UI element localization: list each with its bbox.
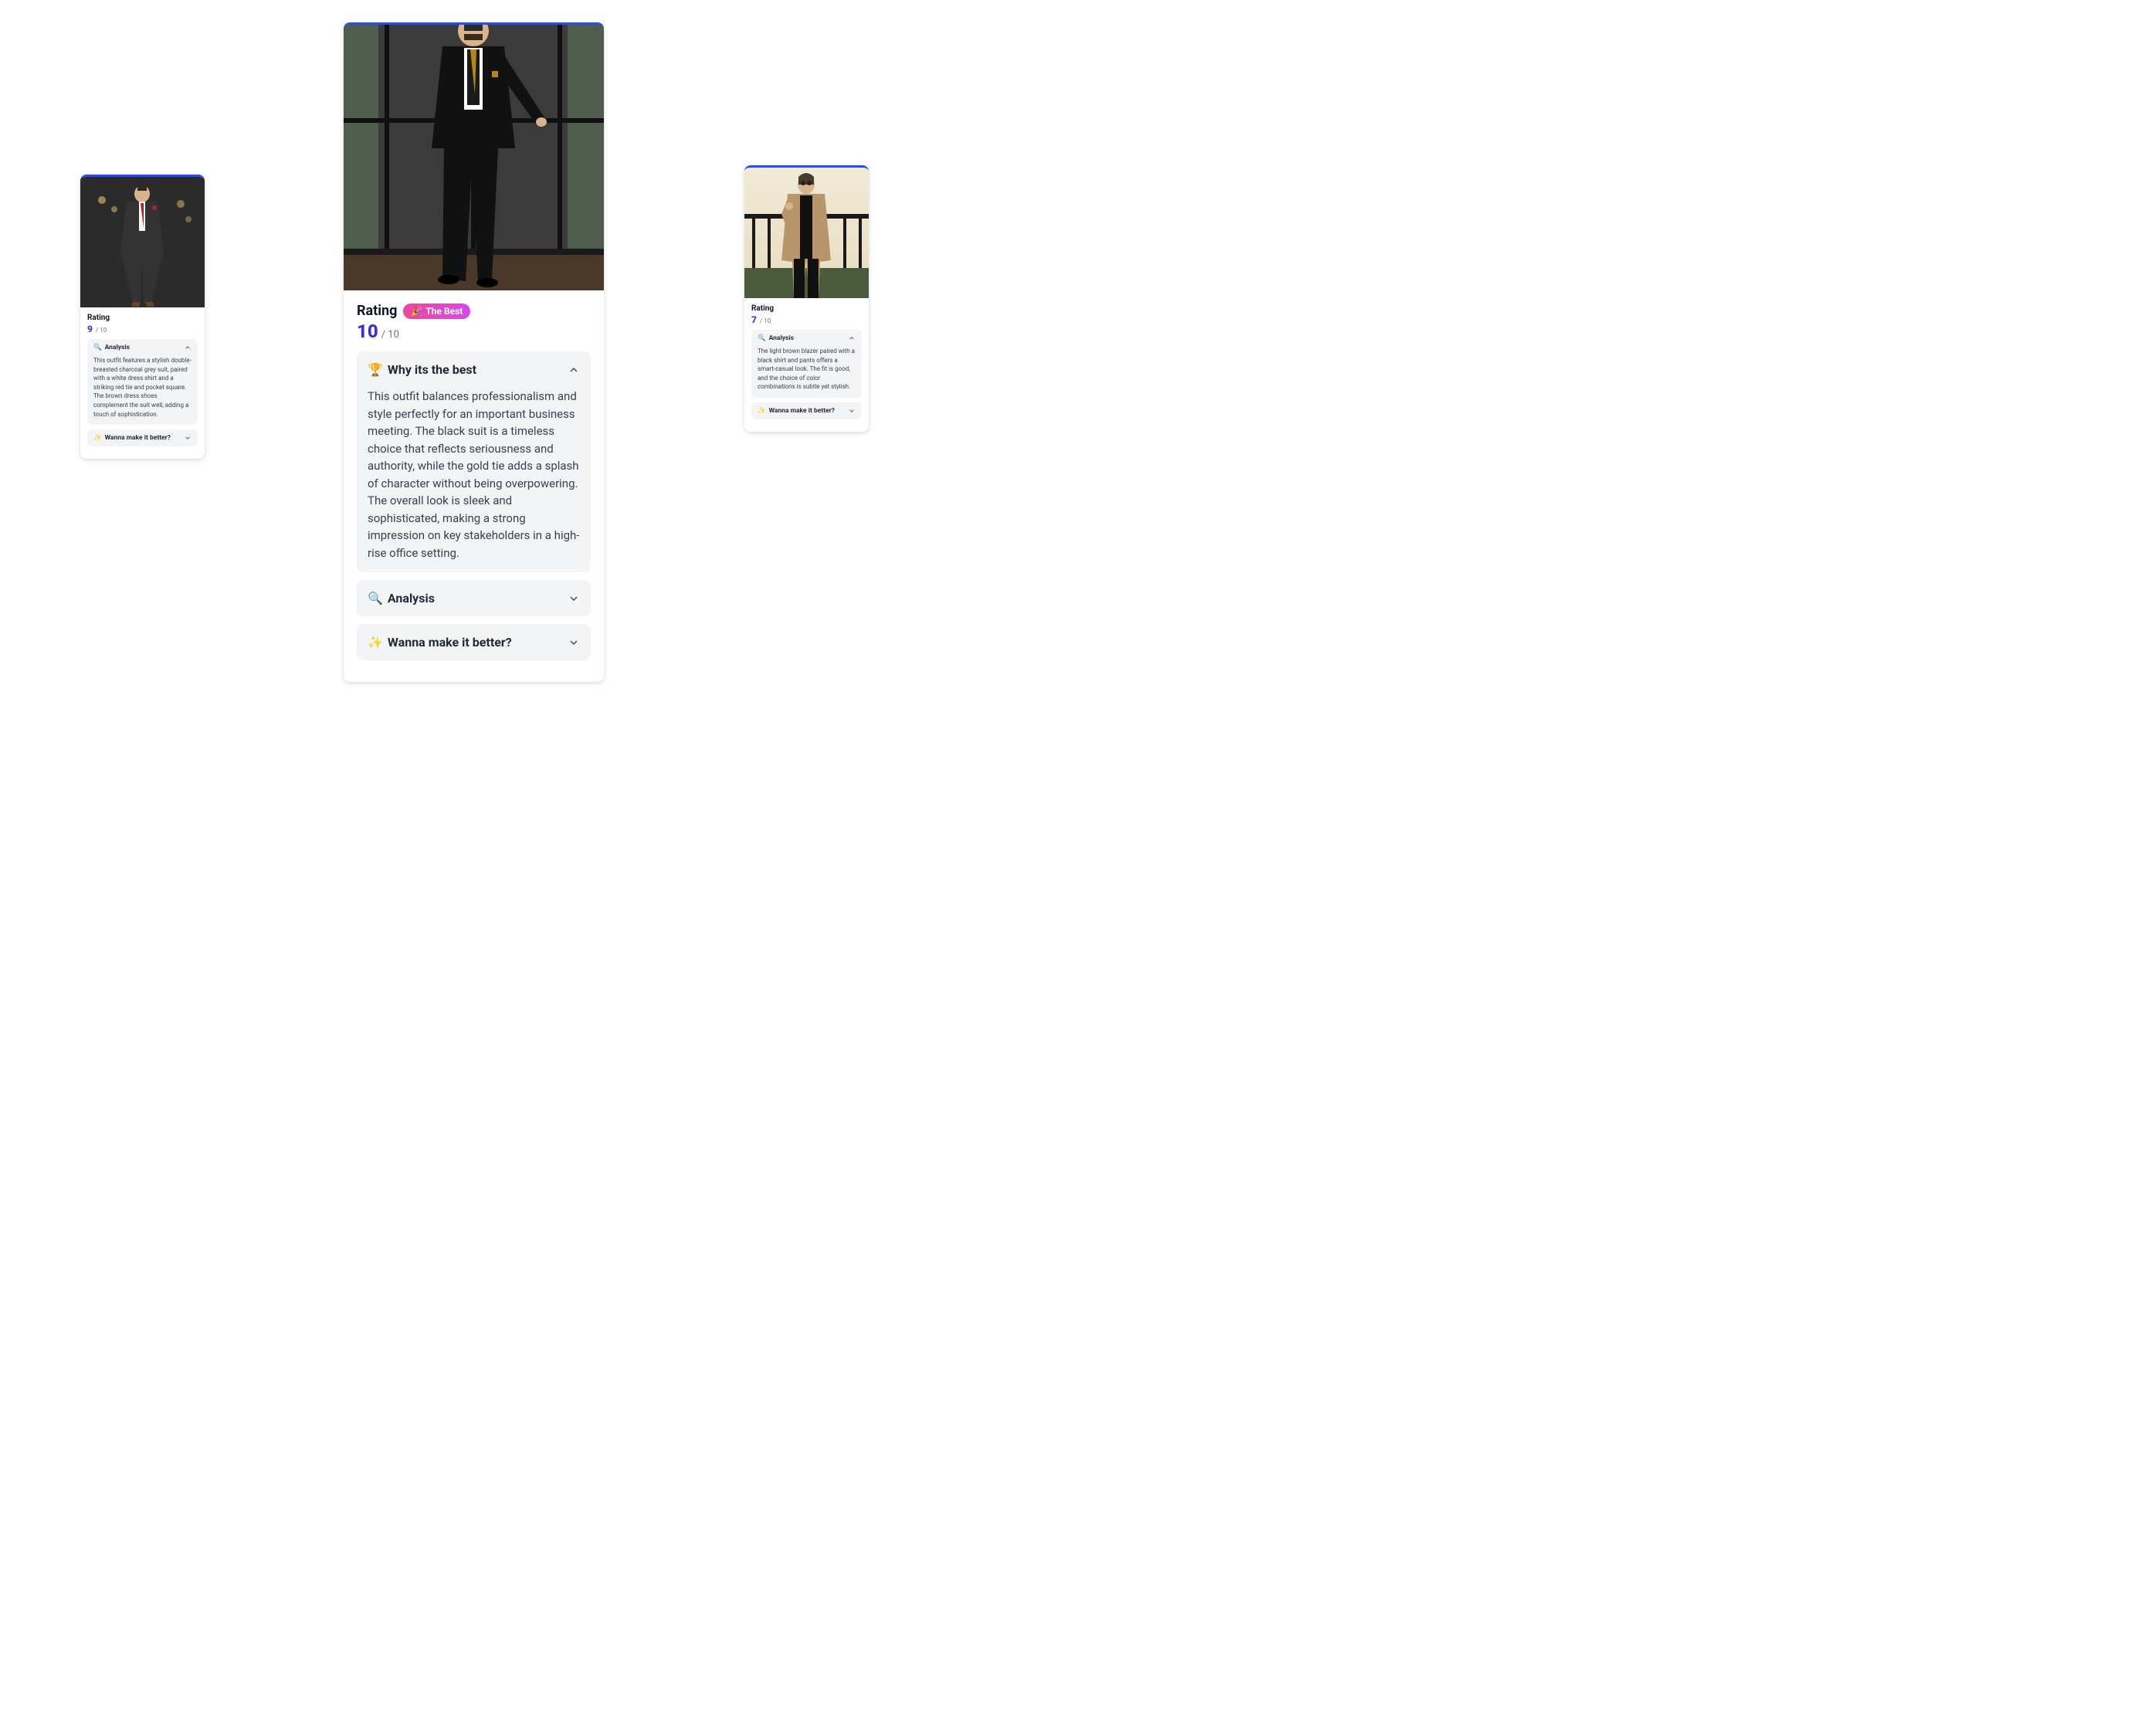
improve-toggle[interactable]: ✨ Wanna make it better? — [357, 624, 591, 660]
analysis-toggle[interactable]: 🔍 Analysis — [357, 580, 591, 616]
chevron-up-icon — [568, 364, 580, 376]
chevron-down-icon — [568, 592, 580, 605]
improve-title-text: Wanna make it better? — [388, 635, 512, 650]
analysis-title: 🔍 Analysis — [758, 334, 794, 342]
analysis-panel: 🔍 Analysis — [357, 580, 591, 616]
improve-title-text: Wanna make it better? — [769, 407, 835, 415]
card-body: Rating 7 / 10 🔍 Analysis The light brown… — [744, 298, 869, 432]
best-badge-text: The Best — [425, 306, 463, 317]
analysis-panel: 🔍 Analysis This outfit features a stylis… — [87, 339, 198, 425]
rating-row: Rating — [751, 304, 862, 313]
improve-title: ✨ Wanna make it better? — [93, 434, 171, 442]
improve-title: ✨ Wanna make it better? — [758, 407, 835, 415]
why-best-text: This outfit balances professionalism and… — [357, 388, 591, 572]
improve-panel: ✨ Wanna make it better? — [751, 402, 862, 419]
outfit-photo — [344, 25, 604, 290]
outfit-photo — [744, 168, 869, 298]
chevron-down-icon — [184, 434, 192, 442]
trophy-icon: 🏆 — [368, 362, 383, 377]
rating-row: Rating — [87, 314, 198, 322]
score-row: 10 / 10 — [357, 321, 591, 342]
improve-panel: ✨ Wanna make it better? — [357, 624, 591, 660]
score-row: 7 / 10 — [751, 314, 862, 325]
analysis-toggle[interactable]: 🔍 Analysis — [751, 330, 862, 347]
card-body: Rating 9 / 10 🔍 Analysis This outfit fea… — [80, 307, 205, 459]
sparkles-icon: ✨ — [368, 635, 383, 650]
party-popper-icon: 🎉 — [411, 306, 422, 317]
score-value: 10 — [357, 321, 378, 342]
outfit-card: Rating 7 / 10 🔍 Analysis The light brown… — [744, 165, 869, 432]
outfit-card: Rating 9 / 10 🔍 Analysis This outfit fea… — [80, 175, 205, 459]
improve-title-text: Wanna make it better? — [105, 434, 171, 442]
score-denominator: / 10 — [760, 317, 771, 324]
score-denominator: / 10 — [381, 329, 399, 341]
analysis-panel: 🔍 Analysis The light brown blazer paired… — [751, 330, 862, 398]
analysis-toggle[interactable]: 🔍 Analysis — [87, 339, 198, 356]
rating-label: Rating — [751, 304, 774, 313]
improve-toggle[interactable]: ✨ Wanna make it better? — [751, 402, 862, 419]
magnifier-icon: 🔍 — [758, 334, 766, 342]
sparkles-icon: ✨ — [93, 434, 102, 442]
analysis-title-text: Analysis — [769, 334, 794, 342]
card-body: Rating 🎉 The Best 10 / 10 🏆 Why its the … — [344, 290, 604, 682]
improve-panel: ✨ Wanna make it better? — [87, 429, 198, 446]
best-badge: 🎉 The Best — [403, 304, 470, 319]
improve-title: ✨ Wanna make it better? — [368, 635, 512, 650]
why-best-toggle[interactable]: 🏆 Why its the best — [357, 351, 591, 388]
rating-label: Rating — [87, 314, 110, 322]
chevron-down-icon — [568, 636, 580, 649]
why-best-panel: 🏆 Why its the best This outfit balances … — [357, 351, 591, 572]
chevron-up-icon — [848, 334, 856, 342]
why-best-title-text: Why its the best — [388, 362, 476, 377]
score-row: 9 / 10 — [87, 324, 198, 334]
rating-row: Rating 🎉 The Best — [357, 303, 591, 319]
rating-label: Rating — [357, 303, 397, 319]
analysis-title-text: Analysis — [105, 344, 130, 351]
analysis-title-text: Analysis — [388, 591, 435, 606]
outfit-photo — [80, 177, 205, 307]
analysis-title: 🔍 Analysis — [93, 344, 130, 351]
magnifier-icon: 🔍 — [368, 591, 383, 606]
outfit-card-best: Rating 🎉 The Best 10 / 10 🏆 Why its the … — [344, 22, 604, 682]
improve-toggle[interactable]: ✨ Wanna make it better? — [87, 429, 198, 446]
chevron-up-icon — [184, 344, 192, 351]
sparkles-icon: ✨ — [758, 407, 766, 415]
score-value: 9 — [87, 324, 93, 334]
why-best-title: 🏆 Why its the best — [368, 362, 476, 377]
magnifier-icon: 🔍 — [93, 344, 102, 351]
analysis-text: The light brown blazer paired with a bla… — [751, 347, 862, 398]
score-denominator: / 10 — [96, 327, 107, 334]
chevron-down-icon — [848, 407, 856, 415]
score-value: 7 — [751, 314, 757, 325]
analysis-text: This outfit features a stylish double-br… — [87, 356, 198, 425]
analysis-title: 🔍 Analysis — [368, 591, 435, 606]
